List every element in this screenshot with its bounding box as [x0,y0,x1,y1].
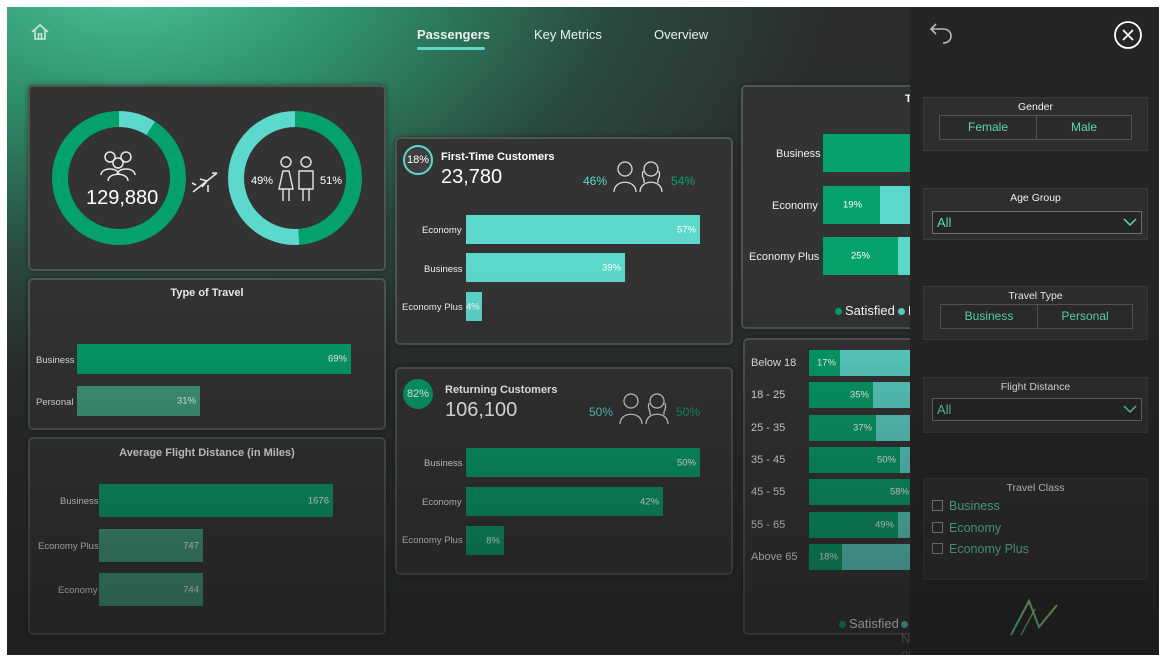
chart-title: Type of Travel [170,287,244,299]
bar-label: 45 - 55 [751,486,786,499]
brand-logo-icon [1010,598,1058,636]
bar: 747 [99,529,203,562]
card-title: Returning Customers [445,384,558,396]
card-title: First-Time Customers [441,151,555,163]
type-of-travel-card: Type of Travel Business 69% Personal 31% [28,278,386,430]
bar: 50% [466,448,700,477]
slicer-title: Flight Distance [1000,381,1071,393]
slicer-title: Travel Class [1006,482,1065,494]
bar-label: Economy Plus [749,251,820,263]
travel-type-business-option[interactable]: Business [940,304,1038,329]
male-percent: 54% [671,174,696,188]
summary-card: 129,880 49% 51% [28,85,386,271]
customer-people-icon [619,393,669,425]
first-time-count: 23,780 [441,166,503,188]
bar-label: Business [424,264,463,275]
active-tab-indicator [417,47,485,50]
bar: 57% [466,215,700,244]
travel-class-economy-plus-checkbox[interactable]: Economy Plus [932,542,1029,556]
slicer-title: Age Group [1010,192,1061,204]
bar: 35% [809,382,873,409]
legend-satisfied: Satisfied [835,303,895,318]
filter-panel: Gender Female Male Age Group All Travel … [910,7,1159,655]
bar-label: Economy Plus [38,541,99,552]
bar-label: Economy [422,225,462,236]
bar-label: Above 65 [751,550,798,563]
bar: 8% [466,526,504,555]
chart-title: Average Flight Distance (in Miles) [119,447,295,459]
bar: 17% [809,350,840,376]
first-time-customers-card: 18% First-Time Customers 23,780 46% 54% … [395,137,733,345]
tab-key-metrics[interactable]: Key Metrics [534,27,602,42]
close-icon[interactable] [1113,20,1143,50]
male-percent: 50% [676,405,701,419]
bar: 744 [99,573,203,606]
legend-satisfied: Satisfied [839,616,899,631]
returning-percent: 82% [403,379,433,409]
group-icon [100,151,136,182]
chevron-down-icon [1123,405,1137,414]
home-icon[interactable] [29,21,51,43]
bar-label: 35 - 45 [751,453,786,466]
age-group-dropdown[interactable]: All [932,211,1142,234]
bar-label: Business [60,496,99,507]
bar: 39% [466,253,625,282]
slicer-title: Travel Type [1008,290,1063,302]
flight-distance-slicer: Flight Distance All [923,377,1148,433]
bar-label: Economy Plus [402,535,463,546]
bar-label: Personal [36,397,74,408]
bar-label: Below 18 [751,357,797,369]
bar: 50% [809,446,900,473]
bar: 19% [823,186,880,224]
gender-slicer: Gender Female Male [923,97,1148,151]
bar-label: 25 - 35 [751,421,786,434]
bar-label: 55 - 65 [751,518,786,531]
travel-type-slicer: Travel Type Business Personal [923,286,1148,340]
returning-count: 106,100 [445,399,518,421]
bar: 25% [823,237,898,275]
bar-label: Economy [58,585,98,596]
bar: 18% [809,543,842,570]
flight-distance-dropdown[interactable]: All [932,398,1142,421]
bar: 49% [809,511,898,538]
tab-passengers[interactable]: Passengers [417,27,490,42]
avg-flight-distance-card: Average Flight Distance (in Miles) Busin… [28,437,386,635]
travel-class-economy-checkbox[interactable]: Economy [932,521,1001,535]
bar: 37% [809,414,876,441]
bar: 4% [466,292,482,321]
back-arrow-icon[interactable] [928,21,954,45]
bar: 31% [77,386,200,416]
slicer-title: Gender [1017,101,1054,113]
age-group-slicer: Age Group All [923,188,1148,240]
female-percent: 50% [589,405,614,419]
bar-label: Business [36,355,75,366]
bar-label: Economy [422,497,462,508]
first-time-percent: 18% [403,145,433,175]
bar-label: Business [776,148,821,160]
bar-label: Economy Plus [402,302,463,313]
female-male-icon [278,156,314,201]
female-percent: 49% [251,175,274,187]
returning-customers-card: 82% Returning Customers 106,100 50% 50% … [395,367,733,575]
chevron-down-icon [1123,218,1137,227]
travel-class-business-checkbox[interactable]: Business [932,499,1000,513]
female-percent: 46% [583,174,608,188]
bar: 58% [809,479,913,506]
travel-class-slicer: Travel Class Business Economy Economy Pl… [923,478,1148,580]
tab-overview[interactable]: Overview [654,27,708,42]
male-percent: 51% [320,175,343,187]
gender-female-option[interactable]: Female [939,115,1037,140]
bar-label: 18 - 25 [751,389,786,402]
customer-people-icon [613,161,663,193]
bar: 1676 [99,484,333,517]
airplane-icon [191,172,218,193]
dashboard: Passengers Key Metrics Overview 129,880 … [7,7,1159,655]
gender-male-option[interactable]: Male [1036,115,1132,140]
bar-label: Business [424,458,463,469]
travel-type-personal-option[interactable]: Personal [1037,304,1133,329]
bar-label: Economy [772,200,818,212]
bar: 69% [77,344,351,374]
total-passengers: 129,880 [86,187,159,209]
bar: 42% [466,487,663,516]
